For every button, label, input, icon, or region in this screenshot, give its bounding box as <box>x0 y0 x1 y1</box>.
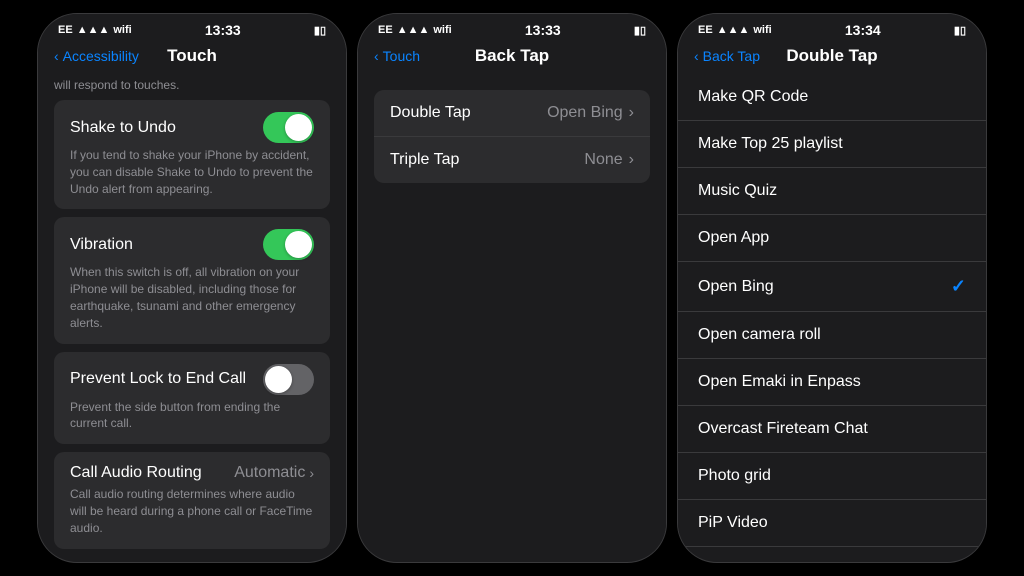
carrier-signal-1: EE ▲▲▲ wifi <box>58 24 132 36</box>
double-tap-row[interactable]: Double Tap Open Bing › <box>374 90 650 137</box>
carrier-signal-3: EE ▲▲▲ wifi <box>698 24 772 36</box>
prevent-lock-label: Prevent Lock to End Call <box>70 370 246 388</box>
call-audio-row[interactable]: Call Audio Routing Automatic › Call audi… <box>54 452 330 548</box>
battery-icon-1: ▮▯ <box>314 24 326 37</box>
back-label-1: Accessibility <box>63 48 139 64</box>
signal-icon-1: ▲▲▲ <box>77 24 110 36</box>
chevron-right-icon-3: › <box>629 104 634 122</box>
list-item-label: Photo grid <box>698 467 771 485</box>
status-bar-2: EE ▲▲▲ wifi 13:33 ▮▯ <box>358 14 666 42</box>
battery-1: ▮▯ <box>314 24 326 37</box>
battery-2: ▮▯ <box>634 24 646 37</box>
battery-3: ▮▯ <box>954 24 966 37</box>
vibration-row[interactable]: Vibration When this switch is off, all v… <box>54 217 330 343</box>
top-description: will respond to touches. <box>54 74 330 100</box>
list-item-label: Open App <box>698 229 769 247</box>
list-item[interactable]: Overcast Fireteam Chat <box>678 406 986 453</box>
list-item-label: Open Emaki in Enpass <box>698 373 861 391</box>
settings-section-1: will respond to touches. Shake to Undo I… <box>38 74 346 552</box>
prevent-lock-desc: Prevent the side button from ending the … <box>70 399 314 433</box>
battery-icon-3: ▮▯ <box>954 24 966 37</box>
list-item[interactable]: Music Quiz <box>678 168 986 215</box>
carrier-signal-2: EE ▲▲▲ wifi <box>378 24 452 36</box>
shake-to-undo-desc: If you tend to shake your iPhone by acci… <box>70 147 314 197</box>
signal-icon-2: ▲▲▲ <box>397 24 430 36</box>
list-item[interactable]: Open App <box>678 215 986 262</box>
back-label-2: Touch <box>383 48 420 64</box>
phone-2: EE ▲▲▲ wifi 13:33 ▮▯ ‹ Touch Back Tap Do… <box>357 13 667 563</box>
vibration-label: Vibration <box>70 236 133 254</box>
nav-title-1: Touch <box>167 46 217 66</box>
time-1: 13:33 <box>205 22 241 38</box>
nav-bar-3: ‹ Back Tap Double Tap <box>678 42 986 74</box>
chevron-right-icon-4: › <box>629 151 634 169</box>
back-button-3[interactable]: ‹ Back Tap <box>694 48 760 64</box>
double-tap-value-container: Open Bing › <box>547 104 634 122</box>
triple-tap-value: None <box>584 151 622 169</box>
carrier-2: EE <box>378 24 393 36</box>
back-button-1[interactable]: ‹ Accessibility <box>54 48 139 64</box>
list-item[interactable]: Play all of current album <box>678 547 986 552</box>
shake-to-undo-row[interactable]: Shake to Undo If you tend to shake your … <box>54 100 330 209</box>
back-button-2[interactable]: ‹ Touch <box>374 48 420 64</box>
prevent-lock-row[interactable]: Prevent Lock to End Call Prevent the sid… <box>54 352 330 445</box>
list-item[interactable]: Make QR Code <box>678 74 986 121</box>
list-item-label: Make Top 25 playlist <box>698 135 843 153</box>
list-item-label: Music Quiz <box>698 182 777 200</box>
triple-tap-label: Triple Tap <box>390 151 459 169</box>
list-item-label: Make QR Code <box>698 88 808 106</box>
signal-icon-3: ▲▲▲ <box>717 24 750 36</box>
vibration-desc: When this switch is off, all vibration o… <box>70 264 314 331</box>
list-item-label: PiP Video <box>698 514 768 532</box>
list-item[interactable]: Photo grid <box>678 453 986 500</box>
call-audio-desc: Call audio routing determines where audi… <box>70 486 314 536</box>
list-item[interactable]: Make Top 25 playlist <box>678 121 986 168</box>
nav-bar-1: ‹ Accessibility Touch <box>38 42 346 74</box>
screen-content-3[interactable]: Make QR Code Make Top 25 playlist Music … <box>678 74 986 552</box>
battery-icon-2: ▮▯ <box>634 24 646 37</box>
time-2: 13:33 <box>525 22 561 38</box>
chevron-left-icon-3: ‹ <box>694 48 699 64</box>
call-audio-label: Call Audio Routing <box>70 464 202 482</box>
double-tap-list: Make QR Code Make Top 25 playlist Music … <box>678 74 986 552</box>
list-item-label: Open Bing <box>698 278 774 296</box>
list-item-label: Open camera roll <box>698 326 821 344</box>
carrier-1: EE <box>58 24 73 36</box>
nav-bar-2: ‹ Touch Back Tap <box>358 42 666 74</box>
status-bar-3: EE ▲▲▲ wifi 13:34 ▮▯ <box>678 14 986 42</box>
carrier-3: EE <box>698 24 713 36</box>
vibration-toggle[interactable] <box>263 229 314 260</box>
shake-to-undo-label: Shake to Undo <box>70 119 176 137</box>
prevent-lock-toggle[interactable] <box>263 364 314 395</box>
back-tap-group: Double Tap Open Bing › Triple Tap None › <box>374 90 650 183</box>
back-label-3: Back Tap <box>703 48 760 64</box>
time-3: 13:34 <box>845 22 881 38</box>
triple-tap-value-container: None › <box>584 151 634 169</box>
wifi-icon-2: wifi <box>433 24 451 36</box>
phone-1: EE ▲▲▲ wifi 13:33 ▮▯ ‹ Accessibility Tou… <box>37 13 347 563</box>
wifi-icon-3: wifi <box>753 24 771 36</box>
screen-content-2: Double Tap Open Bing › Triple Tap None › <box>358 74 666 552</box>
wifi-icon-1: wifi <box>113 24 131 36</box>
list-item-label: Overcast Fireteam Chat <box>698 420 868 438</box>
status-bar-1: EE ▲▲▲ wifi 13:33 ▮▯ <box>38 14 346 42</box>
list-item[interactable]: Open Emaki in Enpass <box>678 359 986 406</box>
chevron-left-icon-2: ‹ <box>374 48 379 64</box>
double-tap-label: Double Tap <box>390 104 471 122</box>
list-item[interactable]: Open camera roll <box>678 312 986 359</box>
list-item[interactable]: Open Bing ✓ <box>678 262 986 312</box>
nav-title-3: Double Tap <box>786 46 877 66</box>
chevron-right-icon: › <box>309 465 314 481</box>
double-tap-value: Open Bing <box>547 104 623 122</box>
phone-3: EE ▲▲▲ wifi 13:34 ▮▯ ‹ Back Tap Double T… <box>677 13 987 563</box>
chevron-left-icon-1: ‹ <box>54 48 59 64</box>
list-item[interactable]: PiP Video <box>678 500 986 547</box>
triple-tap-row[interactable]: Triple Tap None › <box>374 137 650 183</box>
back-tap-section: Double Tap Open Bing › Triple Tap None › <box>358 74 666 199</box>
checkmark-icon: ✓ <box>951 276 966 297</box>
shake-to-undo-toggle[interactable] <box>263 112 314 143</box>
nav-title-2: Back Tap <box>475 46 549 66</box>
call-audio-value: Automatic <box>234 464 305 482</box>
screen-content-1: will respond to touches. Shake to Undo I… <box>38 74 346 552</box>
